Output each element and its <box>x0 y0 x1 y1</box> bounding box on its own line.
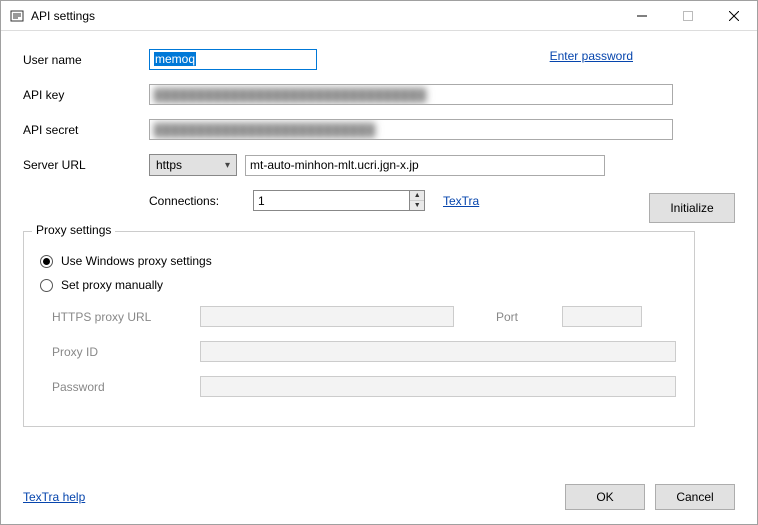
radio-use-windows-proxy[interactable]: Use Windows proxy settings <box>40 254 680 268</box>
app-icon <box>9 8 25 24</box>
set-proxy-manually-label: Set proxy manually <box>61 278 163 292</box>
connections-label: Connections: <box>149 194 253 208</box>
connections-input[interactable] <box>254 191 409 210</box>
proxy-settings-group: Proxy settings Use Windows proxy setting… <box>23 231 695 427</box>
maximize-button <box>665 1 711 31</box>
proxy-legend: Proxy settings <box>32 223 115 237</box>
use-windows-proxy-label: Use Windows proxy settings <box>61 254 212 268</box>
port-label: Port <box>496 310 518 324</box>
api-secret-label: API secret <box>23 123 149 137</box>
https-proxy-url-label: HTTPS proxy URL <box>52 310 200 324</box>
spin-down-icon[interactable]: ▼ <box>410 201 424 210</box>
server-url-label: Server URL <box>23 158 149 172</box>
window-title: API settings <box>31 9 619 23</box>
initialize-button[interactable]: Initialize <box>649 193 735 223</box>
proxy-id-label: Proxy ID <box>52 345 200 359</box>
api-key-label: API key <box>23 88 149 102</box>
protocol-value: https <box>156 158 182 172</box>
protocol-select[interactable]: https ▾ <box>149 154 237 176</box>
textra-link[interactable]: TexTra <box>443 194 479 208</box>
server-url-input[interactable] <box>245 155 605 176</box>
spin-up-icon[interactable]: ▲ <box>410 191 424 201</box>
user-name-input[interactable]: memoq <box>149 49 317 70</box>
close-button[interactable] <box>711 1 757 31</box>
radio-set-proxy-manually[interactable]: Set proxy manually <box>40 278 680 292</box>
chevron-down-icon: ▾ <box>225 160 230 171</box>
proxy-id-input <box>200 341 676 362</box>
api-key-value: ████████████████████████████████ <box>154 88 426 102</box>
user-name-value: memoq <box>154 52 196 66</box>
connections-spinner[interactable]: ▲ ▼ <box>253 190 425 211</box>
title-bar: API settings <box>1 1 757 31</box>
minimize-button[interactable] <box>619 1 665 31</box>
api-key-input[interactable]: ████████████████████████████████ <box>149 84 673 105</box>
user-name-label: User name <box>23 53 149 67</box>
https-proxy-url-input <box>200 306 454 327</box>
api-secret-value: ██████████████████████████ <box>154 123 375 137</box>
textra-help-link[interactable]: TexTra help <box>23 490 85 504</box>
ok-button[interactable]: OK <box>565 484 645 510</box>
radio-checked-icon <box>40 255 53 268</box>
enter-password-link[interactable]: Enter password <box>550 49 633 63</box>
port-input <box>562 306 642 327</box>
api-secret-input[interactable]: ██████████████████████████ <box>149 119 673 140</box>
window-buttons <box>619 1 757 30</box>
proxy-password-input <box>200 376 676 397</box>
proxy-password-label: Password <box>52 380 200 394</box>
radio-unchecked-icon <box>40 279 53 292</box>
cancel-button[interactable]: Cancel <box>655 484 735 510</box>
